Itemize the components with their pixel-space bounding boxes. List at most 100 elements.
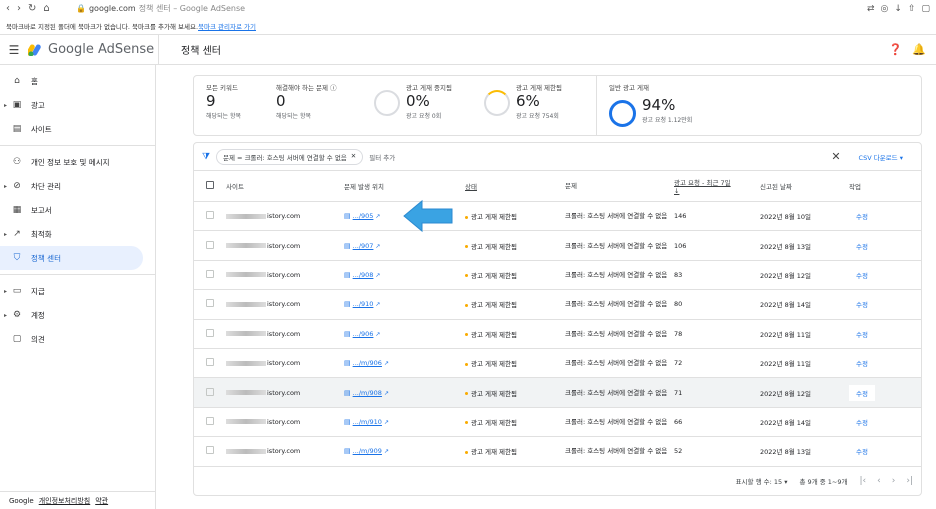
table-row[interactable]: istory.com ▤ .../910 ↗ 광고 게재 제한됨 크롤러: 호스팅 서버에… — [194, 290, 921, 320]
row-checkbox[interactable] — [194, 299, 226, 309]
col-site[interactable]: 사이트 — [226, 181, 344, 191]
table-row[interactable]: istory.com ▤ .../906 ↗ 광고 게재 제한됨 크롤러: 호스팅 서버에… — [194, 320, 921, 349]
first-page-icon[interactable]: |‹ — [860, 476, 867, 486]
notification-icon[interactable]: 🔔 — [912, 43, 926, 56]
fix-button[interactable]: 수정 — [849, 238, 875, 254]
col-location[interactable]: 문제 발생 위치 — [344, 181, 465, 191]
stat-must-fix[interactable]: 해결해야 하는 문제 ⓘ 0 해당되는 항목 — [276, 82, 374, 135]
table-row[interactable]: istory.com ▤ .../m/909 ↗ 광고 게재 제한됨 크롤러: 호스팅 서… — [194, 437, 921, 467]
row-checkbox[interactable] — [194, 269, 226, 280]
fix-button[interactable]: 수정 — [849, 443, 875, 459]
sidebar-item-home[interactable]: ⌂ 홈 — [0, 69, 155, 93]
window-icon[interactable]: ▢ — [921, 4, 930, 14]
open-in-new-icon[interactable]: ↗ — [375, 331, 380, 338]
reload-icon[interactable]: ↻ — [28, 3, 36, 14]
location-link[interactable]: .../910 — [353, 300, 374, 308]
home-browser-icon[interactable]: ⌂ — [43, 3, 49, 14]
table-row[interactable]: istory.com ▤ .../908 ↗ 광고 게재 제한됨 크롤러: 호스팅 서버에… — [194, 261, 921, 291]
open-in-new-icon[interactable]: ↗ — [375, 272, 380, 279]
fix-button[interactable]: 수정 — [849, 384, 875, 401]
clear-filters-icon[interactable]: ✕ — [831, 150, 840, 163]
location-link[interactable]: .../m/910 — [353, 418, 382, 426]
select-all-checkbox[interactable] — [194, 181, 226, 191]
location-link[interactable]: .../906 — [353, 330, 374, 338]
rows-per-page[interactable]: 표시할 행 수: 15 ▾ — [736, 476, 788, 486]
location-link[interactable]: .../905 — [353, 212, 374, 220]
stat-normal[interactable]: 일반 광고 게재 94% 광고 요청 1.12만회 — [609, 82, 739, 135]
adsense-logo[interactable]: Google AdSense — [28, 42, 158, 57]
address-bar[interactable]: 🔒 google.com 정책 센터 – Google AdSense — [76, 3, 867, 14]
csv-download-button[interactable]: CSV 다운로드 ▾ — [859, 152, 903, 162]
stat-stopped[interactable]: 광고 게재 중지됨 0% 광고 요청 0회 — [374, 82, 484, 135]
last-page-icon[interactable]: ›| — [906, 476, 913, 486]
fix-button[interactable]: 수정 — [849, 208, 875, 224]
status-cell: 광고 게재 제한됨 — [465, 299, 565, 309]
sidebar-item-block[interactable]: ▸ ⊘ 차단 관리 — [0, 174, 155, 198]
sidebar-item-policy[interactable]: ⛉ 정책 센터 — [0, 246, 143, 270]
col-date[interactable]: 신고된 날짜 — [760, 181, 849, 191]
sidebar-item-payments[interactable]: ▸ ▭ 지급 — [0, 279, 155, 303]
extension-icon[interactable]: ◎ — [881, 4, 889, 14]
open-in-new-icon[interactable]: ↗ — [384, 360, 389, 367]
open-in-new-icon[interactable]: ↗ — [384, 448, 389, 455]
add-filter[interactable]: 필터 추가 — [369, 152, 831, 162]
help-icon[interactable]: ❓ — [889, 43, 903, 56]
download-icon[interactable]: ↓ — [894, 4, 902, 14]
share-icon[interactable]: ⇧ — [908, 4, 916, 14]
table-row[interactable]: istory.com ▤ .../905 ↗ 광고 게재 제한됨 크롤러: 호스팅 서버에… — [194, 202, 921, 232]
close-icon[interactable]: ✕ — [351, 152, 356, 162]
col-status[interactable]: 상태 — [465, 181, 565, 191]
stat-restricted[interactable]: 광고 게재 제한됨 6% 광고 요청 754회 — [484, 82, 594, 135]
fix-button[interactable]: 수정 — [849, 267, 875, 283]
sidebar-item-ads[interactable]: ▸ ▣ 광고 — [0, 93, 155, 117]
row-checkbox[interactable] — [194, 416, 226, 427]
open-in-new-icon[interactable]: ↗ — [375, 243, 380, 250]
menu-icon[interactable]: ☰ — [0, 43, 28, 57]
terms-link[interactable]: 약관 — [95, 496, 108, 506]
table-row[interactable]: istory.com ▤ .../907 ↗ 광고 게재 제한됨 크롤러: 호스팅 서버에… — [194, 231, 921, 261]
row-checkbox[interactable] — [194, 240, 226, 251]
back-icon[interactable]: ‹ — [6, 3, 10, 14]
sidebar-item-reports[interactable]: ▦ 보고서 — [0, 198, 155, 222]
sidebar-item-sites[interactable]: ▤ 사이트 — [0, 117, 155, 141]
table-row[interactable]: istory.com ▤ .../m/908 ↗ 광고 게재 제한됨 크롤러: 호스팅 서… — [194, 378, 921, 408]
filter-chip[interactable]: 문제 = 크롤러: 호스팅 서버에 연결할 수 없음 ✕ — [216, 148, 364, 165]
open-in-new-icon[interactable]: ↗ — [384, 390, 389, 397]
col-requests[interactable]: 광고 요청 - 최근 7일 ↓ — [674, 177, 760, 195]
table-row[interactable]: istory.com ▤ .../m/906 ↗ 광고 게재 제한됨 크롤러: 호스팅 서… — [194, 349, 921, 379]
fix-button[interactable]: 수정 — [849, 296, 875, 312]
location-link[interactable]: .../m/906 — [353, 359, 382, 367]
row-checkbox[interactable] — [194, 328, 226, 339]
sidebar-item-privacy[interactable]: ⚇ 개인 정보 보호 및 메시지 — [0, 150, 155, 174]
help-icon[interactable]: ⓘ — [330, 84, 337, 92]
sidebar-item-feedback[interactable]: ▢ 의견 — [0, 327, 155, 351]
fix-button[interactable]: 수정 — [849, 326, 875, 342]
prev-page-icon[interactable]: ‹ — [877, 476, 881, 486]
row-checkbox[interactable] — [194, 446, 226, 456]
sidebar-item-optimization[interactable]: ▸ ↗ 최적화 — [0, 222, 155, 246]
row-checkbox[interactable] — [194, 211, 226, 221]
stat-all-issues[interactable]: 모든 키워드 9 해당되는 항목 — [206, 82, 276, 135]
next-page-icon[interactable]: › — [892, 476, 896, 486]
fix-button[interactable]: 수정 — [849, 414, 875, 430]
open-in-new-icon[interactable]: ↗ — [375, 301, 380, 308]
fix-button[interactable]: 수정 — [849, 355, 875, 371]
sidebar-item-account[interactable]: ▸ ⚙ 계정 — [0, 303, 155, 327]
bookmark-manager-link[interactable]: 북마크 관리자로 가기 — [198, 21, 256, 31]
location-link[interactable]: .../907 — [353, 242, 374, 250]
location-link[interactable]: .../m/909 — [353, 447, 382, 455]
translate-icon[interactable]: ⇄ — [867, 4, 875, 14]
table-row[interactable]: istory.com ▤ .../m/910 ↗ 광고 게재 제한됨 크롤러: 호스팅 서… — [194, 408, 921, 438]
location-link[interactable]: .../908 — [353, 271, 374, 279]
date-cell: 2022년 8월 13일 — [760, 448, 812, 457]
location-link[interactable]: .../m/908 — [353, 389, 382, 397]
filter-icon[interactable]: ⧩ — [202, 152, 210, 162]
row-checkbox[interactable] — [194, 387, 226, 398]
open-in-new-icon[interactable]: ↗ — [384, 419, 389, 426]
forward-icon[interactable]: › — [17, 3, 21, 14]
open-in-new-icon[interactable]: ↗ — [375, 213, 380, 220]
row-checkbox[interactable] — [194, 358, 226, 368]
url-domain: google.com — [88, 4, 136, 13]
privacy-link[interactable]: 개인정보처리방침 — [39, 496, 91, 506]
col-issue[interactable]: 문제 — [565, 182, 674, 190]
